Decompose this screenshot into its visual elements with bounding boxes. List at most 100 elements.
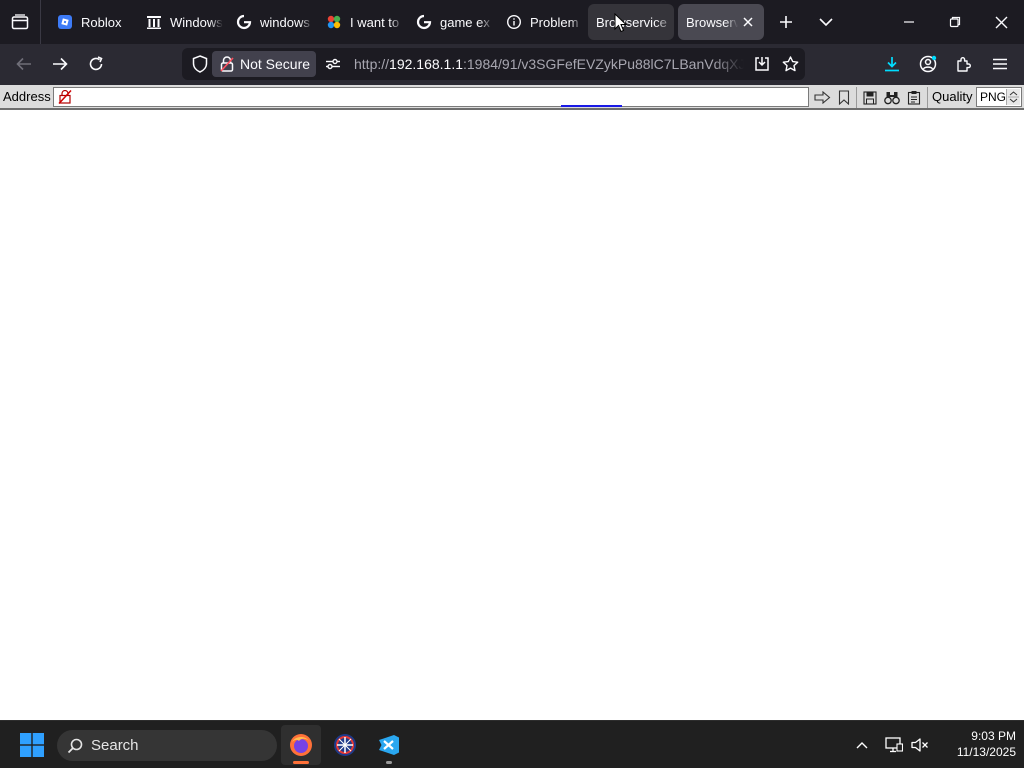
close-window-button[interactable] bbox=[978, 0, 1024, 44]
tab-title: Browservice bbox=[596, 14, 667, 30]
downloads-button[interactable] bbox=[876, 48, 908, 80]
account-button[interactable] bbox=[912, 48, 944, 80]
google-icon bbox=[235, 13, 253, 31]
tab-title: Windows bbox=[170, 14, 223, 30]
page-content-area[interactable] bbox=[0, 112, 1024, 720]
tab-google-game[interactable]: game ex bbox=[407, 4, 493, 40]
download-tray-icon bbox=[755, 57, 769, 71]
chevron-up-icon bbox=[856, 742, 868, 749]
firefox-view-button[interactable] bbox=[0, 0, 41, 44]
quality-label: Quality bbox=[932, 89, 973, 104]
minimize-button[interactable] bbox=[886, 0, 932, 44]
site-security-button[interactable]: Not Secure bbox=[212, 51, 316, 77]
firefox-icon bbox=[290, 734, 312, 756]
tab-title: Problem bbox=[530, 14, 579, 30]
roblox-icon bbox=[56, 13, 74, 31]
download-icon bbox=[885, 57, 899, 72]
extensions-button[interactable] bbox=[948, 48, 980, 80]
loading-progress-bar bbox=[561, 105, 622, 107]
chevron-down-icon bbox=[819, 18, 833, 27]
list-all-tabs-button[interactable] bbox=[810, 0, 842, 44]
url-path: :1984/91/v3SGFefEVZykPu88lC7LBanVdqXJxoY bbox=[463, 56, 744, 72]
tab-title: windows bbox=[260, 14, 310, 30]
navigation-toolbar: Not Secure http://192.168.1.1:1984/91/v3… bbox=[0, 44, 1024, 85]
display-tray-button[interactable] bbox=[881, 731, 907, 759]
quality-select[interactable]: PNG bbox=[976, 87, 1022, 107]
info-icon bbox=[505, 13, 523, 31]
search-icon bbox=[67, 738, 83, 753]
tab-browservice-active[interactable]: Browservic bbox=[678, 4, 764, 40]
start-button[interactable] bbox=[14, 729, 50, 761]
find-button[interactable] bbox=[882, 88, 902, 107]
insecure-page-icon bbox=[58, 90, 72, 104]
google-icon bbox=[415, 13, 433, 31]
url-bar[interactable]: Not Secure http://192.168.1.1:1984/91/v3… bbox=[182, 48, 805, 80]
shield-icon bbox=[192, 55, 208, 73]
clock-time: 9:03 PM bbox=[971, 729, 1016, 743]
bookmark-button[interactable] bbox=[777, 51, 803, 77]
bookmark-icon bbox=[838, 90, 850, 105]
forward-button[interactable] bbox=[44, 48, 76, 80]
taskbar-firefox[interactable] bbox=[281, 725, 321, 765]
plus-icon bbox=[780, 16, 792, 28]
firefox-view-icon bbox=[11, 14, 29, 30]
mouse-cursor-icon bbox=[614, 13, 628, 33]
application-menu-button[interactable] bbox=[984, 48, 1016, 80]
close-icon bbox=[743, 17, 753, 27]
binoculars-icon bbox=[884, 91, 900, 104]
save-icon bbox=[863, 90, 877, 105]
clipboard-icon bbox=[907, 91, 921, 105]
tab-roblox[interactable]: Roblox bbox=[48, 4, 134, 40]
tab-problem[interactable]: Problem bbox=[497, 4, 583, 40]
new-tab-button[interactable] bbox=[770, 0, 802, 44]
address-input[interactable] bbox=[53, 87, 809, 107]
speaker-muted-icon bbox=[911, 738, 928, 752]
chevron-up-down-icon bbox=[1008, 91, 1019, 103]
hamburger-menu-icon bbox=[993, 58, 1007, 70]
taskbar-clock[interactable]: 9:03 PM 11/13/2025 bbox=[936, 728, 1016, 760]
go-button[interactable] bbox=[812, 88, 832, 107]
spinner-arrows[interactable] bbox=[1006, 89, 1020, 105]
quality-value: PNG bbox=[980, 90, 1007, 104]
bookmark-page-button[interactable] bbox=[834, 88, 854, 107]
tracking-protection-button[interactable] bbox=[186, 48, 214, 80]
taskbar-app-vscode[interactable] bbox=[369, 725, 409, 765]
url-scheme: http:// bbox=[354, 56, 390, 72]
toolbar-separator bbox=[856, 87, 857, 108]
toolbar-separator bbox=[927, 87, 928, 108]
tab-title: I want to bbox=[350, 14, 400, 30]
volume-tray-button[interactable] bbox=[907, 731, 933, 759]
clock-date: 11/13/2025 bbox=[956, 745, 1016, 759]
star-icon bbox=[782, 56, 798, 72]
url-host: 192.168.1.1 bbox=[389, 56, 463, 72]
search-placeholder: Search bbox=[91, 737, 139, 754]
taskbar-app-globe[interactable] bbox=[325, 725, 365, 765]
close-tab-button[interactable] bbox=[738, 12, 758, 32]
browservice-toolbar: Address Quality PNG bbox=[0, 85, 1024, 110]
puzzle-piece-icon bbox=[957, 57, 971, 72]
tab-title: game ex bbox=[440, 14, 490, 30]
save-to-pocket-button[interactable] bbox=[749, 51, 775, 77]
taskbar-search-box[interactable]: Search bbox=[57, 730, 277, 761]
windows-taskbar: Search 9:03 PM 11/13/2025 bbox=[0, 720, 1024, 768]
museum-icon bbox=[145, 13, 163, 31]
running-app-indicator bbox=[386, 761, 392, 764]
url-text[interactable]: http://192.168.1.1:1984/91/v3SGFefEVZykP… bbox=[354, 48, 744, 80]
show-hidden-icons-button[interactable] bbox=[849, 731, 875, 759]
tab-title: Roblox bbox=[81, 14, 122, 30]
active-app-indicator bbox=[293, 761, 309, 764]
tab-windows-museum[interactable]: Windows bbox=[137, 4, 223, 40]
sliders-icon bbox=[326, 58, 340, 70]
tab-browservice-1[interactable]: Browservice bbox=[588, 4, 674, 40]
save-page-button[interactable] bbox=[860, 88, 880, 107]
minimize-icon bbox=[904, 21, 914, 23]
address-label: Address bbox=[3, 89, 51, 104]
reload-button[interactable] bbox=[80, 48, 112, 80]
restore-button[interactable] bbox=[932, 0, 978, 44]
tab-strip: Roblox Windows windows I want to game ex… bbox=[0, 0, 1024, 44]
tab-i-want-to[interactable]: I want to bbox=[317, 4, 403, 40]
permissions-button[interactable] bbox=[320, 51, 346, 77]
clipboard-button[interactable] bbox=[904, 88, 924, 107]
tab-google-windows[interactable]: windows bbox=[227, 4, 313, 40]
back-button[interactable] bbox=[8, 48, 40, 80]
